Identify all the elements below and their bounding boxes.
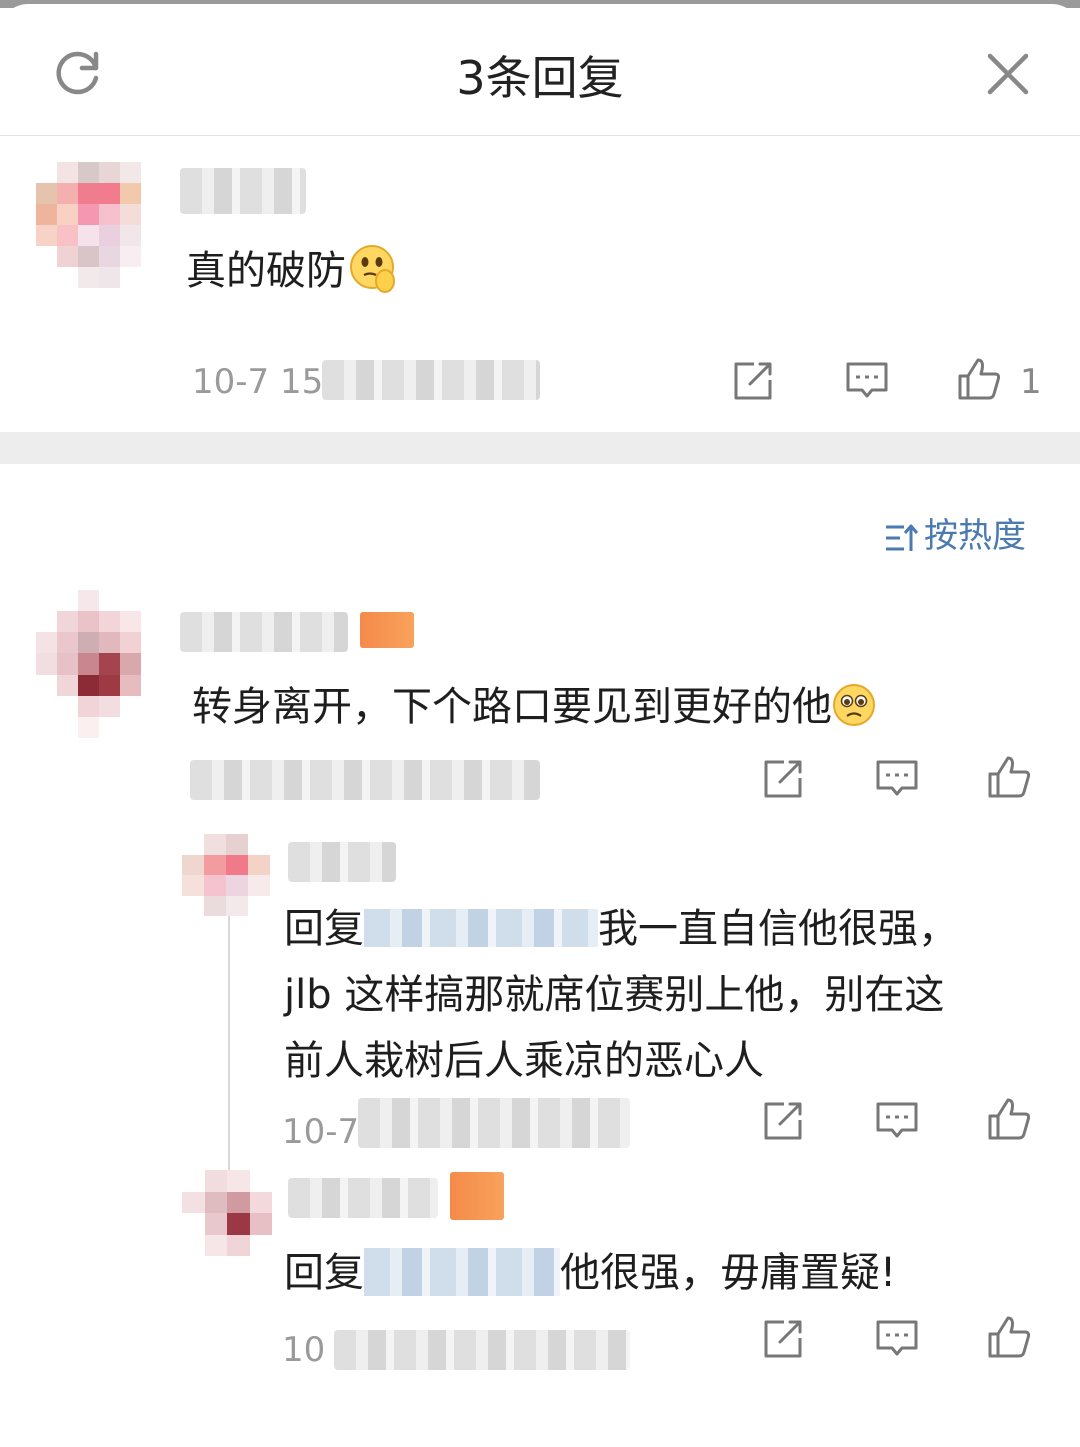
share-icon[interactable] — [730, 358, 776, 404]
sort-button[interactable]: 按热度 — [884, 508, 1026, 557]
user-badge — [450, 1172, 504, 1220]
avatar[interactable] — [182, 834, 270, 916]
reply-prefix: 回复 — [284, 906, 364, 952]
share-icon[interactable] — [760, 1098, 806, 1144]
section-divider — [0, 432, 1080, 464]
header: 3条回复 — [0, 4, 1080, 136]
avatar[interactable] — [182, 1170, 272, 1256]
reply-prefix: 回复 — [284, 1250, 364, 1296]
reply-timestamp: 10 — [282, 1330, 326, 1370]
reply-timestamp: 10-7 — [282, 1112, 360, 1152]
timestamp-redacted — [322, 360, 540, 400]
avatar[interactable] — [36, 590, 162, 738]
page-title: 3条回复 — [456, 51, 624, 105]
thinking-face-emoji — [350, 245, 395, 293]
like-icon[interactable] — [986, 754, 1032, 800]
timestamp-redacted — [190, 760, 540, 800]
like-count: 1 — [1020, 362, 1042, 402]
reply-icon[interactable] — [844, 358, 890, 404]
username[interactable] — [180, 612, 348, 652]
close-icon[interactable] — [984, 50, 1032, 98]
like-icon[interactable] — [986, 1314, 1032, 1360]
reply-icon[interactable] — [874, 756, 920, 802]
reply-icon[interactable] — [874, 1316, 920, 1362]
timestamp-redacted — [358, 1098, 630, 1148]
sort-icon — [886, 524, 918, 551]
reply-icon[interactable] — [874, 1098, 920, 1144]
username[interactable] — [180, 168, 306, 214]
mention-redacted[interactable] — [364, 1248, 560, 1296]
comment-text: 转身离开，下个路口要见到更好的他 — [192, 674, 876, 732]
comment-timestamp: 10-7 15 — [192, 362, 324, 402]
reply-text-line: jlb 这样搞那就席位赛别上他，别在这 — [284, 972, 945, 1018]
reply-text-line: 前人栽树后人乘凉的恶心人 — [284, 1038, 764, 1084]
like-icon[interactable] — [956, 356, 1002, 402]
reply-text: 回复 他很强，毋庸置疑! — [284, 1248, 897, 1296]
mention-redacted[interactable] — [364, 909, 598, 947]
like-icon[interactable] — [986, 1096, 1032, 1142]
thread-line — [228, 908, 230, 1170]
username[interactable] — [288, 1178, 438, 1218]
username[interactable] — [288, 842, 396, 882]
pleading-face-emoji — [833, 684, 875, 726]
sort-label: 按热度 — [924, 516, 1026, 556]
reply-text: 回复 我一直自信他很强， — [284, 906, 958, 952]
share-icon[interactable] — [760, 1316, 806, 1362]
timestamp-redacted — [334, 1330, 630, 1370]
user-badge — [360, 612, 414, 648]
comment-text: 真的破防 — [186, 238, 400, 296]
share-icon[interactable] — [760, 756, 806, 802]
avatar[interactable] — [36, 162, 162, 288]
